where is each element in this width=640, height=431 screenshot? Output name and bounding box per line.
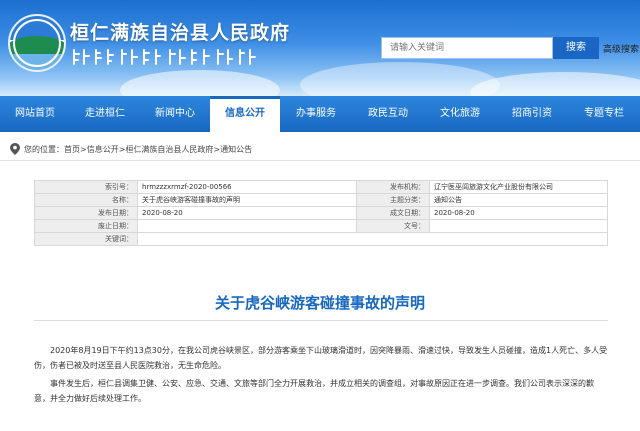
nav-item-investment[interactable]: 招商引资: [496, 96, 568, 132]
table-row: 名称： 关于虎谷峡游客碰撞事故的声明 主题分类： 通知公告: [34, 193, 608, 207]
header-cloud: [470, 72, 640, 96]
divider: [0, 160, 640, 161]
mongolian-script-title: [73, 49, 256, 65]
keywords-value: [137, 232, 608, 246]
index-no-label: 索引号：: [34, 180, 138, 194]
main-nav: 网站首页 走进桓仁 新闻中心 信息公开 办事服务 政民互动 文化旅游 招商引资 …: [0, 96, 640, 132]
name-value: 关于虎谷峡游客碰撞事故的声明: [137, 193, 357, 207]
index-no-value: hrmzzzxrmzf-2020-00566: [137, 180, 357, 194]
doc-no-value: [429, 219, 608, 233]
abolish-date-label: 废止日期：: [34, 219, 138, 233]
keywords-label: 关键词：: [34, 232, 138, 246]
publisher-label: 发布机构：: [356, 180, 430, 194]
doc-no-label: 文号：: [356, 219, 430, 233]
site-header: 桓仁满族自治县人民政府 搜索 高级搜索: [0, 0, 640, 96]
article-paragraph: 事件发生后，桓仁县调集卫健、公安、应急、交通、文旅等部门全力开展救治，并成立相关…: [34, 379, 594, 403]
breadcrumb-government[interactable]: 桓仁满族自治县人民政府: [125, 144, 213, 155]
abolish-date-value: [137, 219, 357, 233]
breadcrumb-info-open[interactable]: 信息公开: [87, 144, 119, 155]
nav-item-about[interactable]: 走进桓仁: [70, 96, 140, 132]
article-paragraph: 2020年8月19日下午约13点30分，在我公司虎谷峡景区，部分游客乘坐下山玻璃…: [34, 346, 608, 370]
breadcrumb-separator: >: [213, 144, 221, 154]
nav-item-info-open[interactable]: 信息公开: [210, 96, 280, 132]
search-button[interactable]: 搜索: [553, 37, 599, 59]
name-label: 名称：: [34, 193, 138, 207]
article-title: 关于虎谷峡游客碰撞事故的声明: [214, 294, 425, 312]
publish-date-label: 发布日期：: [34, 206, 138, 220]
search-input[interactable]: [381, 37, 553, 59]
header-cloud: [120, 70, 280, 96]
nav-item-culture-tourism[interactable]: 文化旅游: [424, 96, 496, 132]
nav-item-news[interactable]: 新闻中心: [140, 96, 210, 132]
breadcrumb-home[interactable]: 首页: [64, 144, 80, 155]
emblem-logo[interactable]: [8, 14, 66, 72]
advanced-search-link[interactable]: 高级搜索: [603, 42, 639, 55]
breadcrumb-notices[interactable]: 通知公告: [220, 144, 252, 155]
breadcrumb-separator: >: [118, 144, 126, 154]
create-date-value: 2020-08-20: [429, 206, 608, 220]
nav-item-home[interactable]: 网站首页: [0, 96, 70, 132]
site-title[interactable]: 桓仁满族自治县人民政府: [70, 18, 290, 45]
breadcrumb-prefix: 您的位置：: [24, 144, 64, 154]
nav-item-services[interactable]: 办事服务: [280, 96, 352, 132]
breadcrumb-separator: >: [80, 144, 87, 154]
location-pin-icon: [10, 143, 20, 155]
publish-date-value: 2020-08-20: [137, 206, 357, 220]
table-row: 发布日期： 2020-08-20 成文日期： 2020-08-20: [34, 206, 608, 220]
nav-item-interaction[interactable]: 政民互动: [352, 96, 424, 132]
table-row: 废止日期： 文号：: [34, 219, 608, 233]
publisher-value: 辽宁医巫闾旅游文化产业股份有限公司: [429, 180, 608, 194]
category-value: 通知公告: [429, 193, 608, 207]
table-row: 关键词：: [34, 232, 608, 246]
category-label: 主题分类：: [356, 193, 430, 207]
nav-item-topics[interactable]: 专题专栏: [568, 96, 640, 132]
create-date-label: 成文日期：: [356, 206, 430, 220]
document-info-table: 索引号： hrmzzzxrmzf-2020-00566 发布机构： 辽宁医巫闾旅…: [34, 180, 608, 246]
table-row: 索引号： hrmzzzxrmzf-2020-00566 发布机构： 辽宁医巫闾旅…: [34, 180, 608, 194]
breadcrumb: 您的位置： 首页 > 信息公开 > 桓仁满族自治县人民政府 > 通知公告: [10, 143, 252, 155]
divider: [34, 320, 608, 321]
